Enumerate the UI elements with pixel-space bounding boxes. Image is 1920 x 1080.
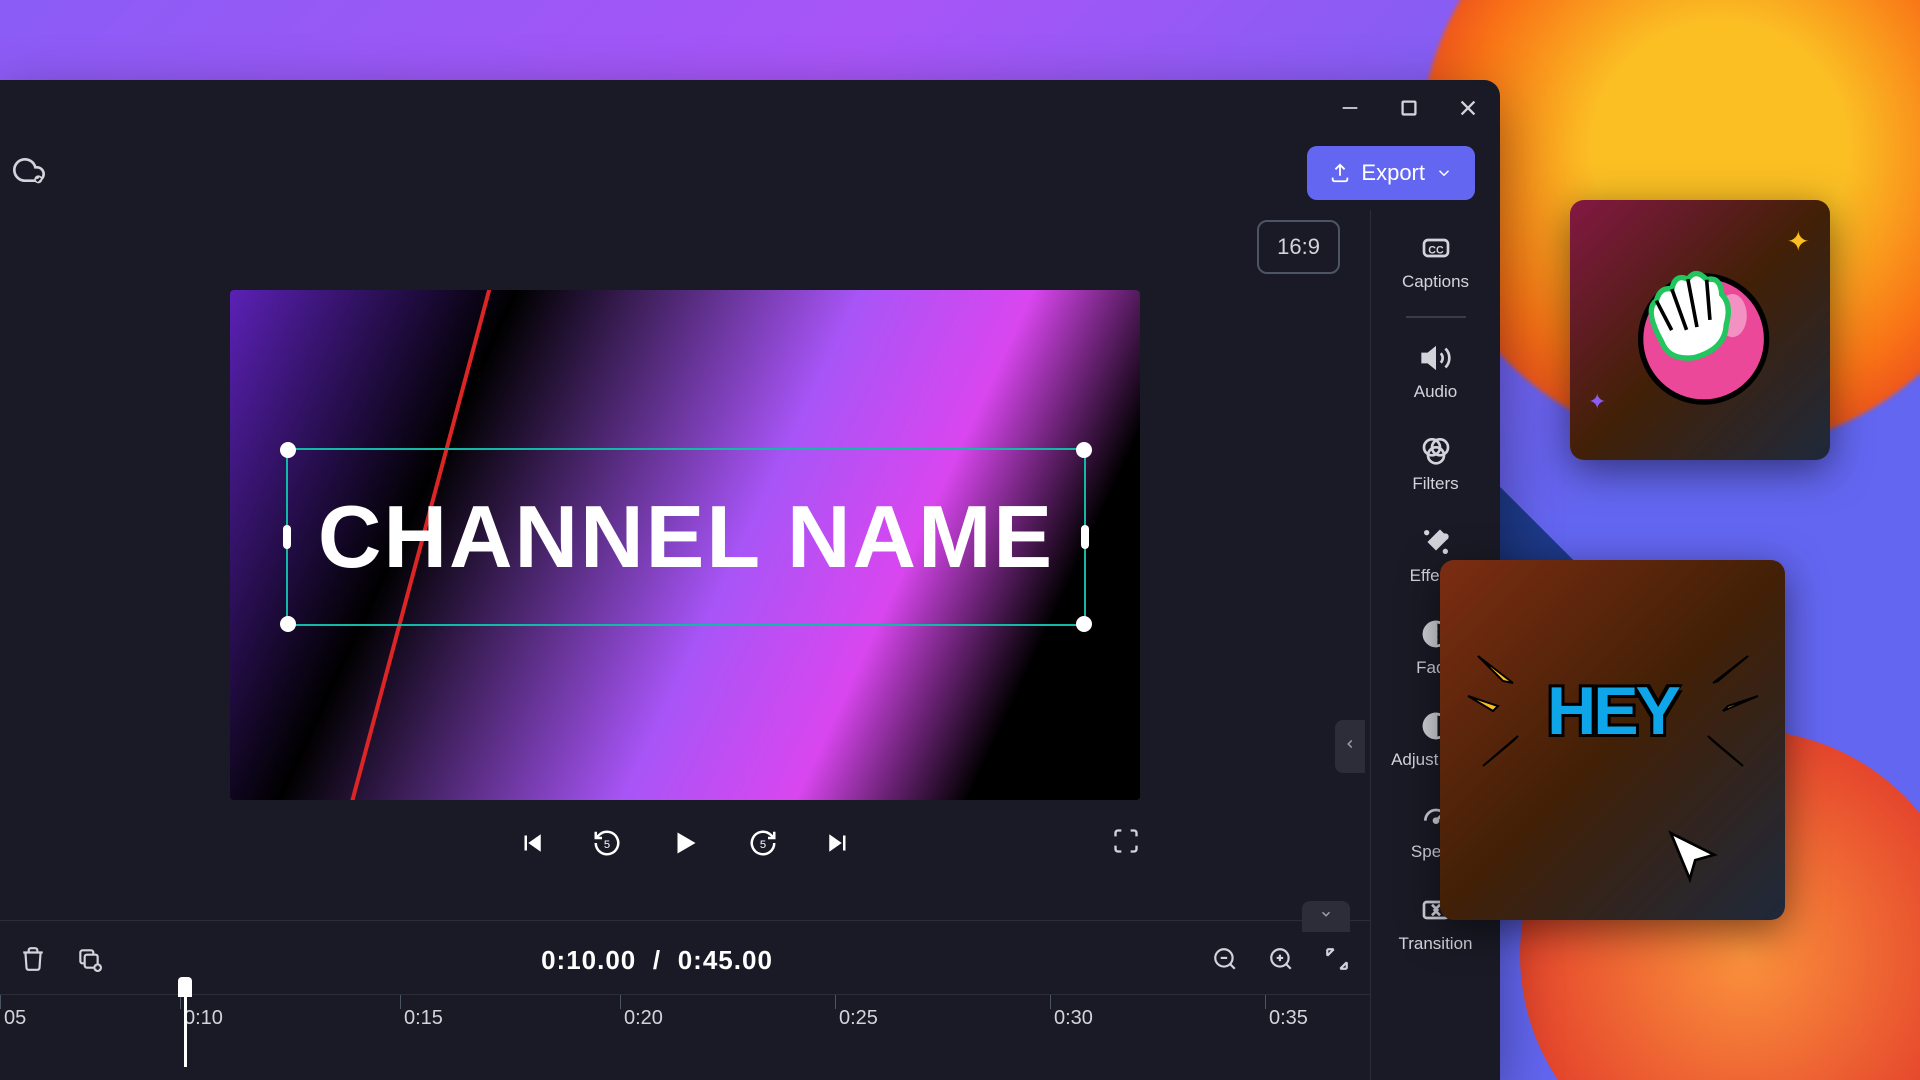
hey-sticker-text: HEY — [1547, 672, 1678, 750]
minimize-button[interactable] — [1338, 96, 1362, 120]
resize-handle-mr[interactable] — [1081, 525, 1089, 549]
sidebar-item-captions[interactable]: CC Captions — [1371, 220, 1500, 304]
timeline-collapse-button[interactable] — [1302, 901, 1350, 932]
canvas-text: CHANNEL NAME — [318, 486, 1054, 588]
resize-handle-br[interactable] — [1076, 616, 1092, 632]
close-button[interactable] — [1456, 96, 1480, 120]
ruler-tick-label: 0:20 — [624, 1007, 663, 1030]
playback-controls: 5 5 — [230, 825, 1140, 861]
duplicate-button[interactable] — [76, 946, 102, 977]
resize-handle-bl[interactable] — [280, 616, 296, 632]
fullscreen-button[interactable] — [1112, 827, 1140, 860]
resize-handle-ml[interactable] — [283, 525, 291, 549]
sparkle-icon: ✦ — [1588, 389, 1606, 415]
ruler-tick-label: 0:15 — [404, 1007, 443, 1030]
svg-text:5: 5 — [760, 839, 766, 851]
toolbar: Export — [0, 135, 1500, 210]
skip-end-button[interactable] — [823, 828, 853, 858]
ruler-tick-label: 0:10 — [184, 1007, 223, 1030]
export-label: Export — [1361, 160, 1425, 186]
zoom-out-button[interactable] — [1212, 946, 1238, 977]
rewind-5-button[interactable]: 5 — [592, 828, 622, 858]
sidebar-item-audio[interactable]: Audio — [1371, 330, 1500, 414]
cloud-sync-icon[interactable] — [13, 154, 45, 191]
ruler-tick-label: 0:30 — [1054, 1007, 1093, 1030]
preview-area: 16:9 CHANNEL NAME 5 — [0, 210, 1370, 920]
aspect-ratio-button[interactable]: 16:9 — [1257, 220, 1340, 274]
text-element-selected[interactable]: CHANNEL NAME — [286, 448, 1086, 626]
sparkle-icon: ✦ — [1787, 225, 1810, 258]
timeline: 0:10.00 / 0:45.00 05 0:10 0:15 0:20 0:25 0:30… — [0, 920, 1370, 1080]
timecode: 0:10.00 / 0:45.00 — [541, 945, 773, 977]
forward-5-button[interactable]: 5 — [748, 828, 778, 858]
delete-button[interactable] — [20, 946, 46, 977]
sticker-preview-hey[interactable]: HEY — [1440, 560, 1785, 920]
preview-canvas[interactable]: CHANNEL NAME — [230, 290, 1140, 800]
video-editor-window: Export 16:9 CHANNEL NAME — [0, 80, 1500, 1080]
fit-timeline-button[interactable] — [1324, 946, 1350, 977]
ruler-tick-label: 0:35 — [1269, 1007, 1308, 1030]
play-button[interactable] — [667, 825, 703, 861]
resize-handle-tl[interactable] — [280, 442, 296, 458]
sticker-preview-hand[interactable]: ✦ ✦ — [1570, 200, 1830, 460]
svg-text:CC: CC — [1428, 244, 1444, 256]
export-button[interactable]: Export — [1307, 146, 1475, 200]
ruler-tick-label: 05 — [4, 1007, 26, 1030]
sidebar-collapse-button[interactable] — [1335, 720, 1365, 773]
maximize-button[interactable] — [1397, 96, 1421, 120]
cursor-icon — [1660, 825, 1725, 890]
timeline-ruler[interactable]: 05 0:10 0:15 0:20 0:25 0:30 0:35 — [0, 994, 1370, 1054]
sidebar-item-filters[interactable]: Filters — [1371, 422, 1500, 506]
titlebar — [0, 80, 1500, 135]
zoom-in-button[interactable] — [1268, 946, 1294, 977]
resize-handle-tr[interactable] — [1076, 442, 1092, 458]
svg-text:5: 5 — [604, 839, 610, 851]
skip-start-button[interactable] — [517, 828, 547, 858]
ruler-tick-label: 0:25 — [839, 1007, 878, 1030]
